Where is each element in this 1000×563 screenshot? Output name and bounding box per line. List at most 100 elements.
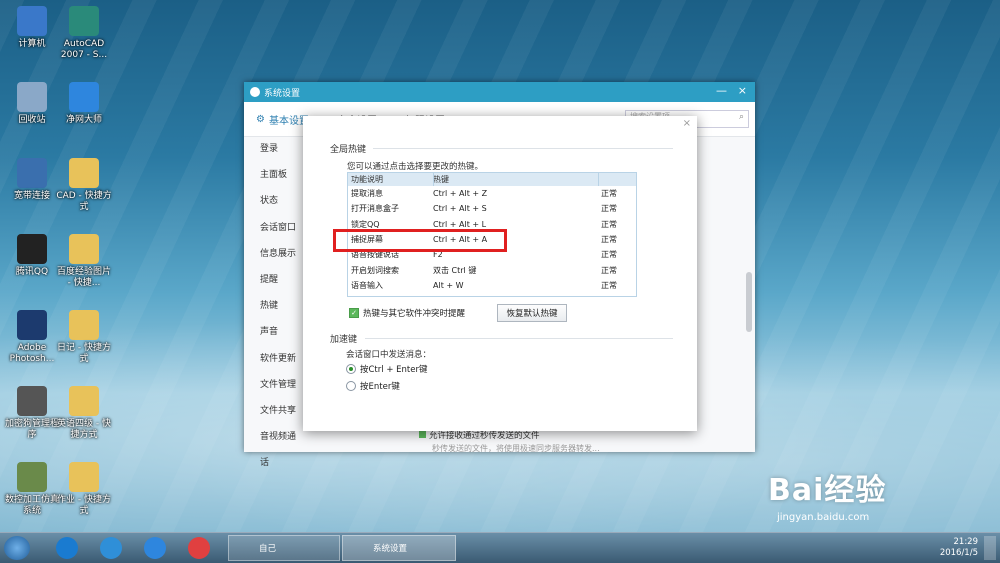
- browser-icon[interactable]: [100, 537, 122, 559]
- close-icon[interactable]: ×: [738, 84, 747, 97]
- recycle-bin-icon: [17, 82, 47, 112]
- desktop-icon[interactable]: AutoCAD 2007 - S...: [54, 6, 114, 61]
- row-status: 正常: [601, 265, 617, 275]
- cnc-icon: [17, 462, 47, 492]
- row-function: 提取消息: [351, 189, 383, 199]
- desktop-icon[interactable]: 计算机: [2, 6, 62, 50]
- settings-sidebar: 登录 主面板 状态 会话窗口 信息展示 提醒 热键 声音 软件更新 文件管理 文件共享 音视频通话: [244, 136, 304, 468]
- search-icon[interactable]: ⌕: [739, 112, 744, 122]
- restore-default-button[interactable]: 恢复默认热键: [497, 304, 567, 322]
- desktop-icon[interactable]: 宽带连接: [2, 158, 62, 202]
- row-status: 正常: [601, 250, 617, 260]
- autocad-icon: [69, 6, 99, 36]
- radio-icon[interactable]: [346, 381, 356, 391]
- p2p-option-label: 允许接收通过秒传发送的文件: [429, 431, 540, 441]
- sidebar-item[interactable]: 声音: [244, 319, 304, 345]
- sidebar-item[interactable]: 热键: [244, 293, 304, 319]
- app-k-icon[interactable]: [56, 537, 78, 559]
- row-function: 语音输入: [351, 280, 383, 290]
- folder-icon: [69, 386, 99, 416]
- column-divider: [433, 173, 434, 186]
- clock-date: 2016/1/5: [939, 548, 978, 558]
- qq-logo-icon: [250, 87, 260, 97]
- desktop-icon[interactable]: CAD - 快捷方式: [54, 158, 114, 213]
- divider: [365, 338, 673, 339]
- desktop-icon[interactable]: 英语四级 - 快捷方式: [54, 386, 114, 441]
- sidebar-item[interactable]: 主面板: [244, 162, 304, 188]
- row-hotkey: Alt + W: [433, 280, 464, 290]
- table-row[interactable]: 提取消息 Ctrl + Alt + Z 正常: [348, 186, 636, 201]
- show-desktop-button[interactable]: [984, 536, 996, 560]
- sidebar-item[interactable]: 软件更新: [244, 346, 304, 372]
- hotkey-hint: 您可以通过点击选择要更改的热键。: [347, 162, 484, 172]
- desktop-icon-label: 腾讯QQ: [15, 267, 49, 277]
- folder-icon: [69, 158, 99, 188]
- sidebar-item[interactable]: 状态: [244, 188, 304, 214]
- row-status: 正常: [601, 189, 617, 199]
- window-titlebar[interactable]: 系统设置 — ×: [244, 82, 755, 102]
- desktop-icon-label: 回收站: [18, 115, 46, 125]
- checkbox-icon[interactable]: [419, 431, 426, 438]
- sidebar-item[interactable]: 文件管理: [244, 372, 304, 398]
- radio-ctrl-enter[interactable]: 按Ctrl + Enter键: [346, 363, 427, 375]
- qq-icon: [17, 234, 47, 264]
- task-self[interactable]: 自己: [228, 535, 340, 561]
- taskbar: 自己 系统设置 21:29 2016/1/5: [0, 532, 1000, 563]
- desktop-icon-label: 日记 - 快捷方式: [57, 343, 111, 364]
- desktop-icon-label: Adobe Photosh...: [9, 343, 55, 364]
- desktop-icon-label: 百度经验图片 - 快捷...: [56, 267, 111, 288]
- sidebar-item[interactable]: 音视频通话: [244, 424, 304, 468]
- row-function: 开启划词搜索: [351, 265, 399, 275]
- desktop-icon[interactable]: 百度经验图片 - 快捷...: [54, 234, 114, 289]
- table-row[interactable]: 开启划词搜索 双击 Ctrl 键 正常: [348, 262, 636, 277]
- desktop-icon[interactable]: 日记 - 快捷方式: [54, 310, 114, 365]
- computer-icon: [17, 6, 47, 36]
- desktop-icon[interactable]: 腾讯QQ: [2, 234, 62, 278]
- column-divider: [598, 173, 599, 186]
- clock[interactable]: 21:29 2016/1/5: [940, 537, 978, 559]
- row-status: 正常: [601, 235, 617, 245]
- sidebar-item[interactable]: 文件共享: [244, 398, 304, 424]
- row-status: 正常: [601, 219, 617, 229]
- folder-icon: [69, 462, 99, 492]
- desktop-icon[interactable]: 加密狗管理程序: [2, 386, 62, 441]
- desktop-icon-label: 宽带连接: [13, 191, 50, 201]
- dialog-close-icon[interactable]: ×: [683, 118, 691, 129]
- table-row[interactable]: 打开消息盒子 Ctrl + Alt + S 正常: [348, 201, 636, 216]
- sidebar-item[interactable]: 信息展示: [244, 241, 304, 267]
- conflict-check[interactable]: ✓ 热键与其它软件冲突时提醒: [349, 307, 465, 319]
- folder-icon: [69, 310, 99, 340]
- column-header-function: 功能说明: [351, 175, 383, 184]
- start-button[interactable]: [4, 536, 30, 560]
- hotkey-dialog: × 全局热键 您可以通过点击选择要更改的热键。 功能说明 热键 提取消息 Ctrl…: [303, 116, 697, 431]
- scrollbar[interactable]: [746, 272, 752, 332]
- shield-icon[interactable]: [144, 537, 166, 559]
- desktop-icon[interactable]: 数控加工仿真系统: [2, 462, 62, 517]
- minimize-icon[interactable]: —: [716, 84, 727, 97]
- checkbox-icon[interactable]: ✓: [349, 308, 359, 318]
- sidebar-item[interactable]: 提醒: [244, 267, 304, 293]
- video-player-icon[interactable]: [188, 537, 210, 559]
- desktop-icon[interactable]: Adobe Photosh...: [2, 310, 62, 365]
- network-icon: [17, 158, 47, 188]
- gear-icon: ⚙: [256, 113, 265, 125]
- conflict-check-label: 热键与其它软件冲突时提醒: [363, 309, 466, 319]
- sidebar-item[interactable]: 会话窗口: [244, 215, 304, 241]
- desktop-icon[interactable]: 回收站: [2, 82, 62, 126]
- desktop-icon-label: AutoCAD 2007 - S...: [60, 39, 108, 60]
- sidebar-item[interactable]: 登录: [244, 136, 304, 162]
- telephone-icon: [17, 386, 47, 416]
- row-hotkey: Ctrl + Alt + Z: [433, 189, 488, 199]
- desktop-icon[interactable]: 净网大师: [54, 82, 114, 126]
- row-hotkey: Ctrl + Alt + S: [433, 204, 487, 214]
- folder-icon: [69, 234, 99, 264]
- radio-ctrl-enter-label: 按Ctrl + Enter键: [360, 365, 428, 375]
- radio-selected-icon[interactable]: [346, 364, 356, 374]
- task-system-settings[interactable]: 系统设置: [342, 535, 456, 561]
- global-hotkey-title: 全局热键: [330, 145, 367, 155]
- radio-enter[interactable]: 按Enter键: [346, 380, 400, 392]
- table-row[interactable]: 语音输入 Alt + W 正常: [348, 278, 636, 293]
- desktop-icon[interactable]: 作业 - 快捷方式: [54, 462, 114, 517]
- baidu-watermark: Bai经验: [768, 473, 887, 508]
- window-title: 系统设置: [264, 88, 301, 99]
